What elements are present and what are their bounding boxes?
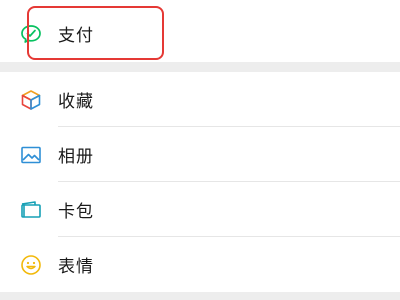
menu-item-stickers-label: 表情 — [58, 257, 94, 277]
menu-item-pay-label: 支付 — [58, 26, 94, 46]
sticker-emoji-icon — [18, 252, 44, 278]
menu-item-album-label: 相册 — [58, 147, 94, 167]
album-icon — [18, 142, 44, 168]
menu-item-favorites[interactable]: 收藏 — [0, 72, 400, 127]
pay-icon — [18, 21, 44, 47]
menu-section: 收藏 相册 卡包 表情 — [0, 72, 400, 292]
menu-item-card-wallet[interactable]: 卡包 — [0, 182, 400, 237]
favorites-icon — [18, 87, 44, 113]
menu-item-pay[interactable]: 支付 — [0, 6, 400, 61]
me-menu-screen: 支付 收藏 相册 卡包 表情 — [0, 0, 400, 300]
menu-item-favorites-label: 收藏 — [58, 92, 94, 112]
menu-item-card-wallet-label: 卡包 — [58, 202, 94, 222]
card-wallet-icon — [18, 197, 44, 223]
pay-section: 支付 — [0, 0, 400, 62]
menu-item-album[interactable]: 相册 — [0, 127, 400, 182]
menu-item-stickers[interactable]: 表情 — [0, 237, 400, 292]
